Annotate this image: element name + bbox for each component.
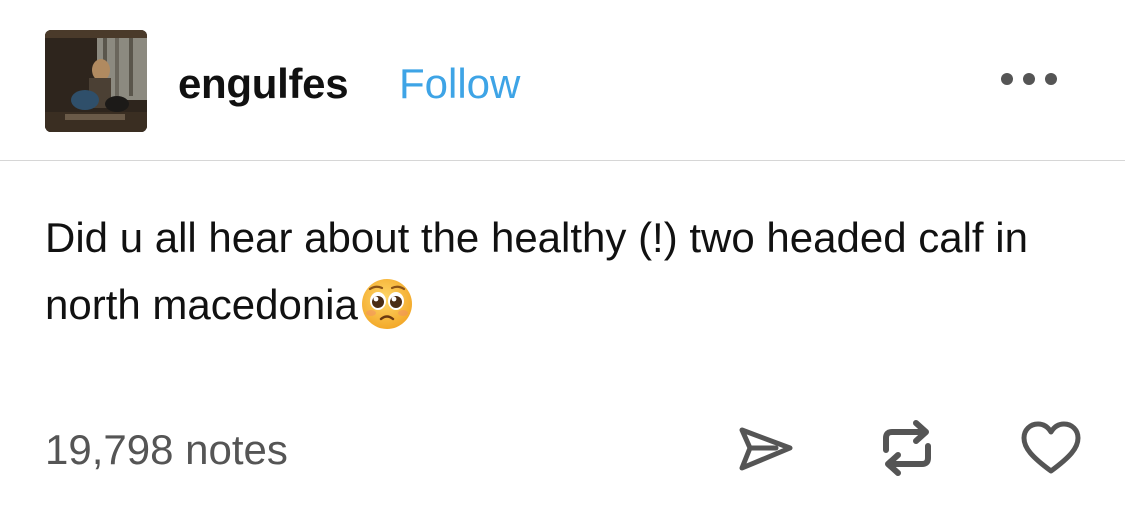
more-options-button[interactable] bbox=[996, 66, 1062, 92]
more-horizontal-icon bbox=[1001, 73, 1057, 85]
avatar-image bbox=[45, 30, 147, 132]
post-text: Did u all hear about the healthy (!) two… bbox=[45, 214, 1028, 328]
post-header: engulfes Follow bbox=[0, 0, 1125, 160]
reblog-icon bbox=[883, 420, 931, 476]
like-button[interactable] bbox=[1020, 420, 1082, 476]
header-divider bbox=[0, 160, 1125, 161]
post-body: Did u all hear about the healthy (!) two… bbox=[45, 204, 1085, 338]
reblog-button[interactable] bbox=[878, 420, 936, 476]
share-button[interactable] bbox=[736, 424, 796, 478]
notes-count[interactable]: 19,798 notes bbox=[45, 422, 288, 478]
pleading-face-emoji bbox=[360, 277, 414, 331]
heart-icon bbox=[1021, 421, 1081, 474]
avatar[interactable] bbox=[45, 30, 147, 132]
username[interactable]: engulfes bbox=[178, 56, 349, 112]
follow-button[interactable]: Follow bbox=[399, 56, 520, 112]
share-icon bbox=[739, 427, 793, 471]
